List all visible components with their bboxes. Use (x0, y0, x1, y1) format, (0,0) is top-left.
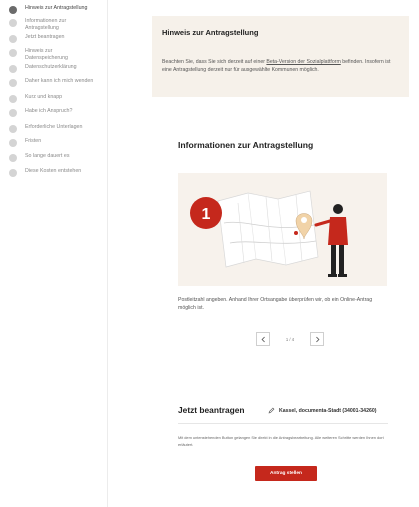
beta-version-link[interactable]: Beta-Version der Sozialplattform (266, 59, 340, 65)
illustration-map: 1 (178, 173, 387, 286)
sidebar-item-label: Jetzt beantragen (25, 34, 65, 40)
sidebar-item-dot (9, 125, 17, 133)
notice-text: Beachten Sie, dass Sie sich derzeit auf … (162, 58, 398, 74)
apply-button[interactable]: Antrag stellen (255, 466, 317, 481)
sidebar-item-label: Daher kann ich mich wenden (25, 78, 94, 84)
sidebar-item-dot (9, 79, 17, 87)
location-label: Kassel, documenta-Stadt (34001-34260) (279, 407, 377, 414)
sidebar-item-10[interactable]: So lange dauert es (0, 153, 100, 162)
sidebar-item-8[interactable]: Erforderliche Unterlagen (0, 124, 100, 133)
sidebar-item-1[interactable]: Informationen zur Antragstellung (0, 18, 100, 31)
apply-divider (178, 423, 388, 424)
apply-description: Mit dem untenstehenden Button gelangen S… (178, 435, 384, 447)
sidebar-item-label: So lange dauert es (25, 153, 70, 159)
sidebar-item-label: Diese Kosten entstehen (25, 168, 82, 174)
sidebar-nav: Hinweis zur Antragstellung Informationen … (0, 0, 100, 507)
sidebar-item-dot (9, 35, 17, 43)
sidebar-item-dot (9, 19, 17, 27)
carousel-pager: 1 / 4 (256, 331, 324, 347)
pager-next-button[interactable] (310, 332, 324, 346)
sidebar-item-0[interactable]: Hinweis zur Antragstellung (0, 5, 100, 14)
chevron-right-icon (315, 336, 319, 342)
sidebar-item-7[interactable]: Habe ich Anspruch? (0, 108, 100, 117)
sidebar-item-label: Habe ich Anspruch? (25, 108, 73, 114)
sidebar-item-label: Kurz und knapp (25, 94, 63, 100)
notice-text-before: Beachten Sie, dass Sie sich derzeit auf … (162, 59, 267, 65)
info-title: Informationen zur Antragstellung (178, 140, 314, 150)
sidebar-item-11[interactable]: Diese Kosten entstehen (0, 168, 100, 177)
illustration-caption: Postleitzahl angeben. Anhand Ihrer Ortsa… (178, 297, 373, 312)
sidebar-item-dot (9, 169, 17, 177)
sidebar-item-label: Hinweis zur Antragstellung (25, 5, 88, 11)
sidebar-item-5[interactable]: Daher kann ich mich wenden (0, 78, 100, 87)
notice-title: Hinweis zur Antragstellung (162, 28, 259, 37)
sidebar-item-dot (9, 95, 17, 103)
sidebar-item-dot (9, 65, 17, 73)
sidebar-item-label: Fristen (25, 138, 42, 144)
chevron-left-icon (261, 336, 265, 342)
sidebar-divider (107, 0, 108, 507)
pencil-icon (268, 407, 275, 414)
sidebar-item-label: Erforderliche Unterlagen (25, 124, 83, 130)
sidebar-item-3[interactable]: Hinweis zur Datenspeicherung (0, 48, 100, 61)
sidebar-item-dot (9, 139, 17, 147)
sidebar-item-4[interactable]: Datenschutzerklärung (0, 64, 100, 73)
sidebar-item-dot (9, 109, 17, 117)
step-number: 1 (202, 206, 211, 223)
sidebar-item-6[interactable]: Kurz und knapp (0, 94, 100, 103)
sidebar-item-label: Hinweis zur Datenspeicherung (25, 48, 68, 61)
pager-indicator: 1 / 4 (285, 336, 295, 342)
sidebar-item-label: Informationen zur Antragstellung (25, 18, 67, 31)
sidebar-item-2[interactable]: Jetzt beantragen (0, 34, 100, 43)
notice-box: Hinweis zur Antragstellung Beachten Sie,… (152, 16, 409, 97)
pager-prev-button[interactable] (256, 332, 270, 346)
sidebar-item-9[interactable]: Fristen (0, 138, 100, 147)
sidebar-item-dot (9, 6, 17, 14)
apply-title: Jetzt beantragen (178, 405, 245, 415)
sidebar-item-dot (9, 154, 17, 162)
location-selector[interactable]: Kassel, documenta-Stadt (34001-34260) (268, 407, 376, 414)
sidebar-item-dot (9, 49, 17, 57)
sidebar-item-label: Datenschutzerklärung (25, 64, 77, 70)
